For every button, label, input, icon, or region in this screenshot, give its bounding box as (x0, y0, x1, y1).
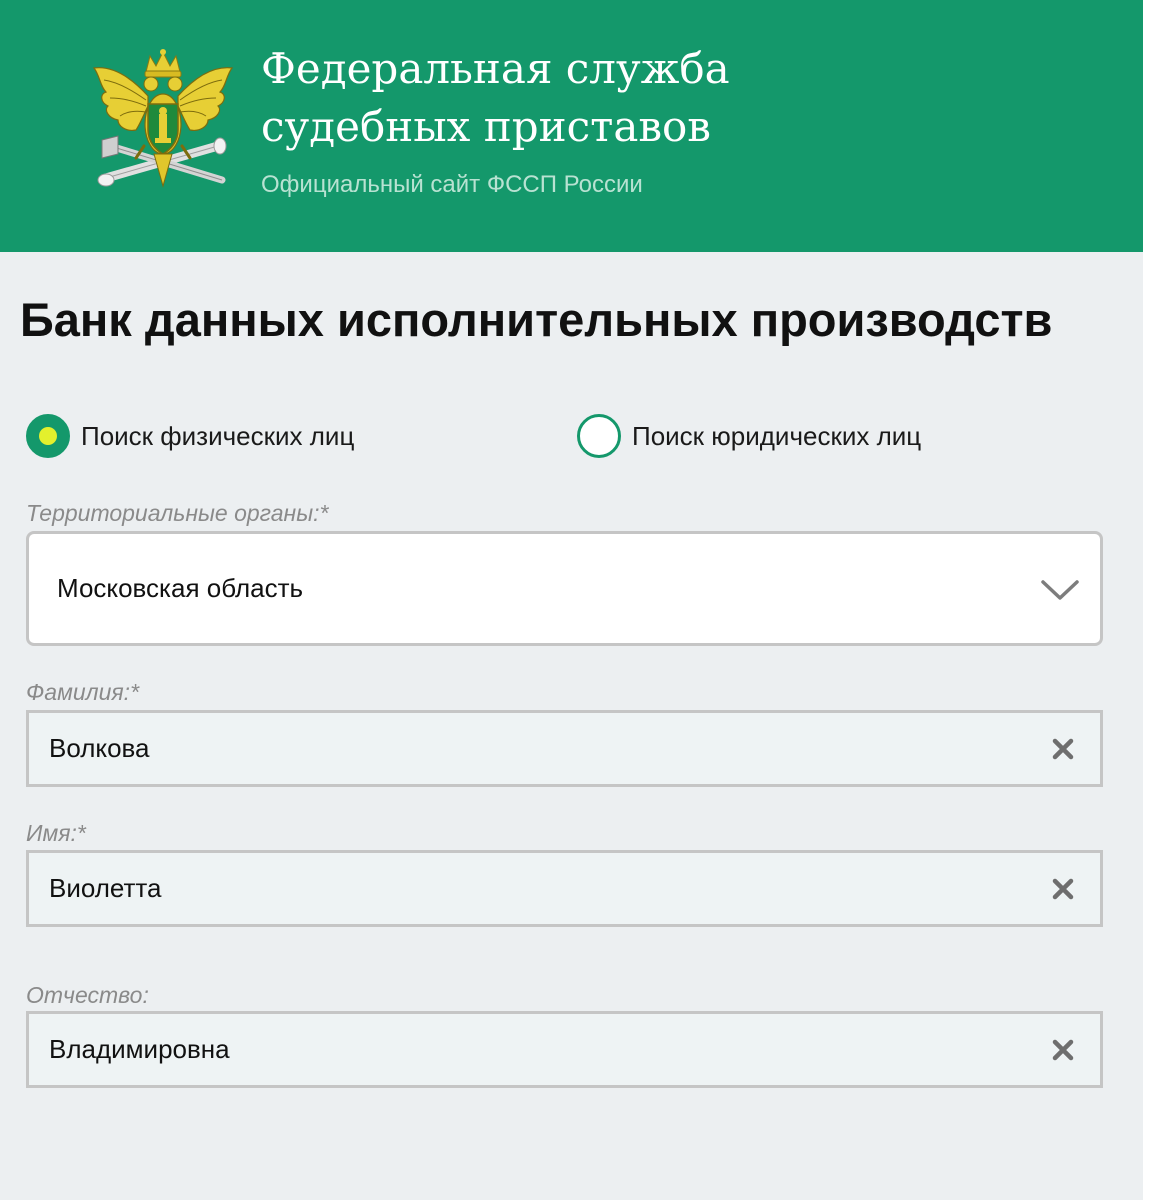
patronymic-label: Отчество: (26, 982, 149, 1008)
page: Федеральная служба судебных приставов Оф… (0, 0, 1143, 1200)
region-select-value: Московская область (57, 573, 304, 603)
radio-search-legal-entities[interactable]: Поиск юридических лиц (577, 414, 921, 458)
radio-unchecked-icon[interactable] (577, 414, 621, 458)
radio-selected-dot (39, 427, 57, 445)
site-header: Федеральная служба судебных приставов Оф… (0, 0, 1143, 252)
page-edge (1143, 0, 1153, 1200)
first-name-value: Виолетта (49, 873, 162, 903)
radio-search-individuals[interactable]: Поиск физических лиц (26, 414, 354, 458)
last-name-input[interactable]: Волкова (26, 710, 1103, 787)
site-title-line-2: судебных приставов (261, 102, 711, 151)
clear-x-icon[interactable] (1052, 1039, 1074, 1061)
patronymic-value: Владимировна (49, 1034, 230, 1064)
last-name-value: Волкова (49, 733, 150, 763)
page-title: Банк данных исполнительных производств (20, 293, 1053, 346)
region-select[interactable]: Московская область (26, 531, 1103, 646)
site-subtitle: Официальный сайт ФССП России (261, 171, 643, 198)
site-title-line-1: Федеральная служба (261, 44, 730, 93)
first-name-input[interactable]: Виолетта (26, 850, 1103, 927)
fssp-emblem-icon (92, 49, 234, 188)
radio-checked-icon[interactable] (26, 414, 70, 458)
patronymic-input[interactable]: Владимировна (26, 1011, 1103, 1088)
last-name-label: Фамилия:* (26, 679, 140, 705)
site-title: Федеральная служба судебных приставов (261, 40, 730, 156)
first-name-label: Имя:* (26, 820, 86, 846)
chevron-down-icon[interactable] (1040, 578, 1080, 602)
clear-x-icon[interactable] (1052, 738, 1074, 760)
radio-label-individuals[interactable]: Поиск физических лиц (81, 420, 354, 452)
radio-label-legal-entities[interactable]: Поиск юридических лиц (632, 420, 921, 452)
region-label: Территориальные органы:* (26, 500, 329, 526)
clear-x-icon[interactable] (1052, 878, 1074, 900)
